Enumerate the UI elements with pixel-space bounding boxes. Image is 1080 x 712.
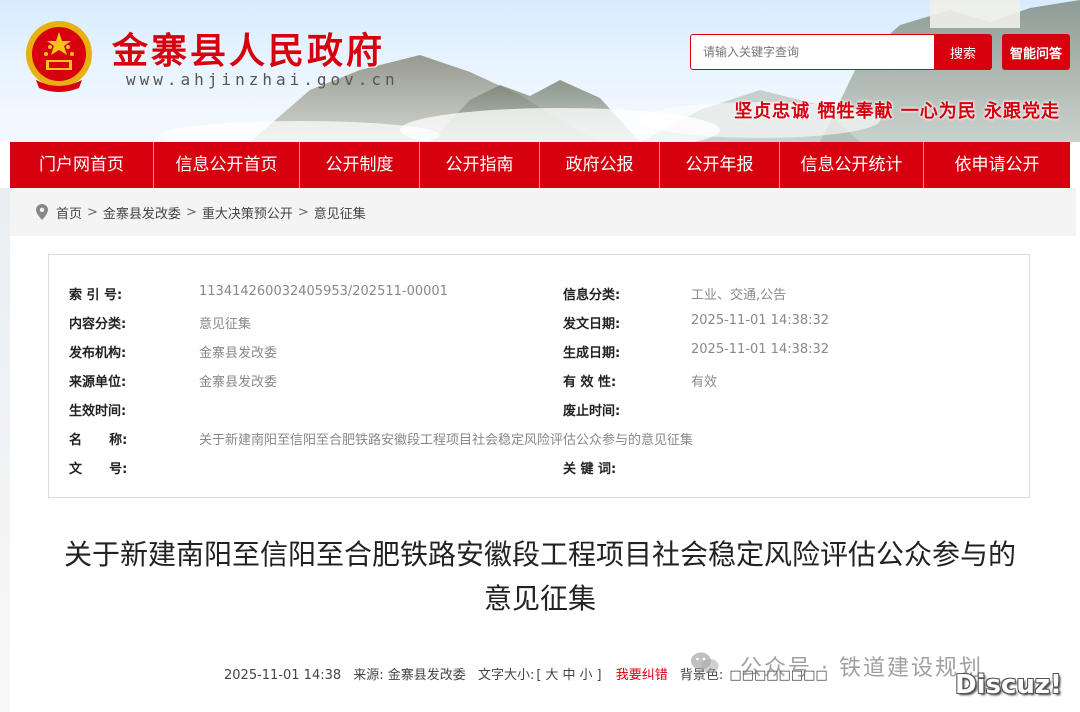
publisher-value: 金寨县发改委 [199, 346, 278, 361]
search-input[interactable] [690, 34, 934, 70]
breadcrumb-separator: > [185, 204, 197, 220]
font-size-medium-button[interactable]: 中 [562, 668, 575, 683]
article-title: 关于新建南阳至信阳至合肥铁路安徽段工程项目社会稳定风险评估公众参与的 意见征集 [30, 533, 1050, 621]
bracket: [ [536, 668, 542, 683]
breadcrumb-item-department[interactable]: 金寨县发改委 [103, 203, 181, 222]
breadcrumb-item-current[interactable]: 意见征集 [314, 203, 366, 222]
document-metadata-panel: 索 引 号: 113414260032405953/202511-00001 信… [48, 254, 1030, 498]
nav-item-apply-disclosure[interactable]: 依申请公开 [924, 142, 1070, 188]
generated-date-label: 生成日期: [563, 346, 621, 361]
nav-item-annual-report[interactable]: 公开年报 [660, 142, 780, 188]
breadcrumb-separator: > [297, 204, 309, 220]
index-number-value: 113414260032405953/202511-00001 [199, 284, 448, 299]
location-pin-icon [36, 204, 48, 220]
meta-row: 名 称: 关于新建南阳至信阳至合肥铁路安徽段工程项目社会稳定风险评估公众参与的意… [49, 429, 1029, 458]
breadcrumb-item-section[interactable]: 重大决策预公开 [202, 203, 293, 222]
discuz-watermark: Discuz! [955, 670, 1062, 700]
issue-date-label: 发文日期: [563, 317, 621, 332]
slogan: 坚贞忠诚 牺牲奉献 一心为民 永跟党走 [734, 101, 1060, 122]
validity-label: 有 效 性: [563, 375, 617, 390]
breadcrumb-separator: > [87, 204, 98, 220]
nav-item-info-home[interactable]: 信息公开首页 [154, 142, 300, 188]
generated-date-value: 2025-11-01 14:38:32 [691, 342, 830, 357]
article-title-line: 关于新建南阳至信阳至合肥铁路安徽段工程项目社会稳定风险评估公众参与的 [63, 538, 1016, 571]
nav-item-disclosure-system[interactable]: 公开制度 [300, 142, 420, 188]
nav-item-disclosure-guide[interactable]: 公开指南 [420, 142, 540, 188]
nav-item-gov-gazette[interactable]: 政府公报 [540, 142, 660, 188]
publish-date: 2025-11-01 14:38 [224, 668, 342, 683]
national-emblem-icon [26, 21, 92, 92]
index-number-label: 索 引 号: [69, 288, 123, 303]
wechat-icon [691, 652, 719, 673]
main-nav: 门户网首页 信息公开首页 公开制度 公开指南 政府公报 公开年报 信息公开统计 … [10, 142, 1070, 188]
breadcrumb: 首页 > 金寨县发改委 > 重大决策预公开 > 意见征集 [10, 188, 1076, 236]
info-category-value: 工业、交通,公告 [691, 288, 787, 303]
article-title-line: 意见征集 [483, 582, 596, 615]
font-size-small-button[interactable]: 小 [579, 668, 592, 683]
report-error-link[interactable]: 我要纠错 [616, 668, 668, 683]
content-category-label: 内容分类: [69, 317, 127, 332]
smart-qa-button[interactable]: 智能问答 [1002, 34, 1070, 70]
site-header: 金寨县人民政府 www.ahjinzhai.gov.cn 搜索 智能问答 坚贞忠… [0, 0, 1080, 142]
source-unit-label: 来源单位: [69, 375, 127, 390]
site-title: 金寨县人民政府 [112, 31, 386, 72]
source-unit-value: 金寨县发改委 [199, 375, 278, 390]
meta-row: 文 号: 关 键 词: [49, 458, 1029, 487]
search-button[interactable]: 搜索 [934, 34, 992, 70]
keywords-label: 关 键 词: [563, 462, 617, 477]
nav-item-statistics[interactable]: 信息公开统计 [780, 142, 924, 188]
document-name-label: 名 称: [69, 433, 128, 448]
meta-row: 生效时间: 废止时间: [49, 400, 1029, 429]
document-name-value: 关于新建南阳至信阳至合肥铁路安徽段工程项目社会稳定风险评估公众参与的意见征集 [199, 433, 694, 448]
meta-row: 索 引 号: 113414260032405953/202511-00001 信… [49, 284, 1029, 313]
article-source: 来源: 金寨县发改委 [353, 668, 466, 683]
meta-row: 来源单位: 金寨县发改委 有 效 性: 有效 [49, 371, 1029, 400]
meta-row: 内容分类: 意见征集 发文日期: 2025-11-01 14:38:32 [49, 313, 1029, 342]
effective-time-label: 生效时间: [69, 404, 127, 419]
abolish-time-label: 废止时间: [563, 404, 621, 419]
site-url: www.ahjinzhai.gov.cn [126, 70, 399, 89]
publisher-label: 发布机构: [69, 346, 127, 361]
validity-value: 有效 [691, 375, 718, 390]
font-size-large-button[interactable]: 大 [545, 668, 558, 683]
meta-row: 发布机构: 金寨县发改委 生成日期: 2025-11-01 14:38:32 [49, 342, 1029, 371]
bracket: ] [596, 668, 602, 683]
side-decoration [0, 188, 10, 712]
font-size-label: 文字大小: [477, 668, 535, 683]
breadcrumb-item-home[interactable]: 首页 [56, 203, 82, 222]
document-number-label: 文 号: [69, 462, 128, 477]
nav-item-portal-home[interactable]: 门户网首页 [10, 142, 154, 188]
issue-date-value: 2025-11-01 14:38:32 [691, 313, 830, 328]
info-category-label: 信息分类: [563, 288, 621, 303]
wechat-watermark: 公众号 · 铁道建设规划 [740, 656, 983, 681]
content-category-value: 意见征集 [199, 317, 252, 332]
